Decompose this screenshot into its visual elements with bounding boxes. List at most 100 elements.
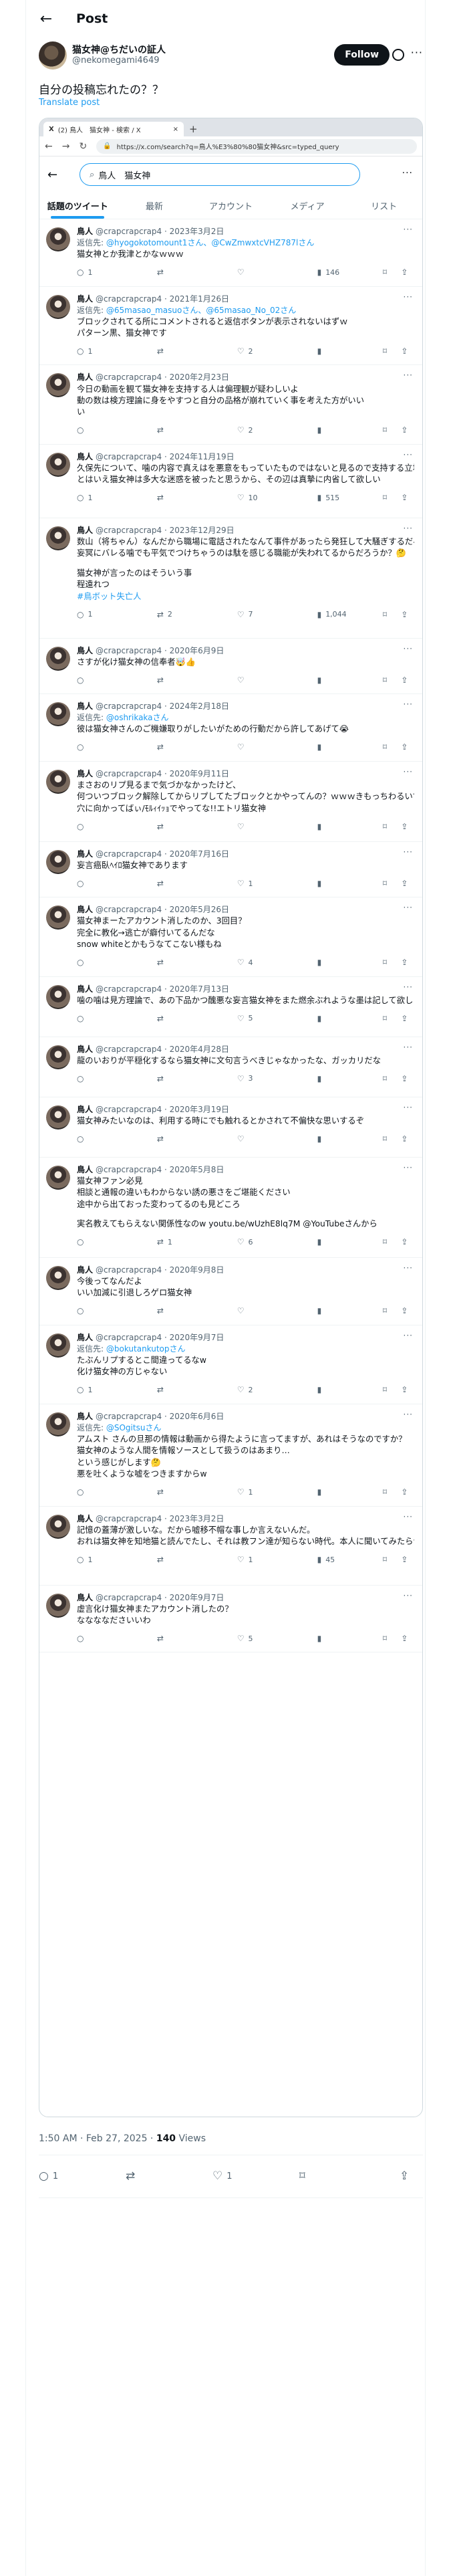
share-button[interactable]: ⇪ — [401, 1073, 414, 1085]
bookmark-button[interactable]: ⌑ — [383, 1134, 402, 1145]
like-button[interactable]: ♡ 3 — [237, 1073, 317, 1085]
repost-button[interactable]: ⇄ 2 — [157, 609, 237, 621]
reply-button[interactable]: ○ 1 — [77, 267, 157, 278]
tweet-avatar[interactable] — [46, 294, 70, 319]
tweet-handle-date[interactable]: @crapcrapcrap4 · 2020年9月7日 — [96, 1332, 224, 1344]
grok-icon[interactable] — [392, 49, 404, 61]
like-button[interactable]: ♡ 2 — [237, 346, 317, 357]
tweet-author-name[interactable]: 鳥人 — [77, 1513, 93, 1525]
tweet-avatar[interactable] — [46, 646, 70, 671]
tweet-more-icon[interactable]: ··· — [404, 1163, 413, 1172]
repost-button[interactable]: ⇄ 1 — [157, 1237, 237, 1248]
reply-mentions[interactable]: @bokutankutopさん — [106, 1344, 186, 1354]
tweet-author-name[interactable]: 鳥人 — [77, 1265, 93, 1276]
tweet-avatar[interactable] — [46, 905, 70, 930]
repost-button[interactable]: ⇄ — [157, 821, 237, 833]
bookmark-button[interactable]: ⌑ — [383, 742, 402, 753]
tweet-handle-date[interactable]: @crapcrapcrap4 · 2020年6月6日 — [96, 1411, 224, 1422]
reply-button[interactable]: ○ — [77, 742, 157, 753]
bookmark-button[interactable]: ⌑ — [383, 1384, 402, 1396]
tweet-more-icon[interactable]: ··· — [404, 1103, 413, 1112]
tab-accounts[interactable]: アカウント — [192, 193, 269, 219]
reply-button[interactable]: ○ — [77, 1073, 157, 1085]
tweet-handle-date[interactable]: @crapcrapcrap4 · 2023年3月2日 — [96, 1513, 224, 1525]
tweet-more-icon[interactable]: ··· — [404, 292, 413, 302]
bookmark-button[interactable]: ⌑ — [383, 346, 402, 357]
tweet-item[interactable]: ··· 鳥人 @crapcrapcrap4 · 2020年2月23日 今日の動画を観て… — [39, 365, 422, 445]
bookmark-button[interactable]: ⌑ — [383, 821, 402, 833]
views-button[interactable]: ▮ 45 — [317, 1554, 383, 1566]
bookmark-button[interactable]: ⌑ — [383, 1237, 402, 1248]
bookmark-button[interactable]: ⌑ — [383, 878, 402, 889]
tweet-more-icon[interactable]: ··· — [404, 1512, 413, 1521]
tweet-more-icon[interactable]: ··· — [404, 847, 413, 857]
tweet-more-icon[interactable]: ··· — [404, 450, 413, 459]
tweet-author-name[interactable]: 鳥人 — [77, 984, 93, 995]
like-button[interactable]: ♡ 2 — [237, 425, 317, 436]
tweet-author-name[interactable]: 鳥人 — [77, 1332, 93, 1344]
share-button[interactable]: ⇪ — [401, 492, 414, 504]
views-button[interactable]: ▮ — [317, 1073, 383, 1085]
follow-button[interactable]: Follow — [334, 44, 390, 66]
repost-button[interactable]: ⇄ — [157, 878, 237, 889]
tweet-more-icon[interactable]: ··· — [404, 1043, 413, 1052]
share-button[interactable]: ⇪ — [401, 1487, 414, 1498]
tweet-item[interactable]: ··· 鳥人 @crapcrapcrap4 · 2020年9月11日 まさおのリプ見る… — [39, 762, 422, 842]
tweet-more-icon[interactable]: ··· — [404, 225, 413, 234]
tweet-item[interactable]: ··· 鳥人 @crapcrapcrap4 · 2024年11月19日 久保先について… — [39, 445, 422, 518]
share-button[interactable]: ⇪ — [401, 742, 414, 753]
repost-button[interactable]: ⇄ — [157, 1013, 237, 1025]
tweet-avatar[interactable] — [46, 452, 70, 477]
reload-icon[interactable]: ↻ — [79, 141, 87, 152]
author-avatar[interactable] — [39, 41, 67, 70]
tweet-item[interactable]: ··· 鳥人 @crapcrapcrap4 · 2020年5月26日 猫女神まーたアカ… — [39, 897, 422, 977]
reply-button[interactable]: ○ 1 — [77, 346, 157, 357]
repost-button[interactable]: ⇄ — [157, 675, 237, 686]
tweet-handle-date[interactable]: @crapcrapcrap4 · 2020年9月8日 — [96, 1265, 224, 1276]
repost-button[interactable]: ⇄ — [157, 742, 237, 753]
share-button[interactable]: ⇪ — [401, 1633, 414, 1644]
views-button[interactable]: ▮ — [317, 1487, 383, 1498]
share-button[interactable]: ⇪ — [401, 1554, 414, 1566]
like-button[interactable]: ♡ 5 — [237, 1013, 317, 1025]
bookmark-button[interactable]: ⌑ — [383, 609, 402, 621]
tweet-item[interactable]: ··· 鳥人 @crapcrapcrap4 · 2020年9月7日 返信先: @bok… — [39, 1325, 422, 1404]
tweet-author-name[interactable]: 鳥人 — [77, 525, 93, 536]
views-button[interactable]: ▮ — [317, 878, 383, 889]
tweet-item[interactable]: ··· 鳥人 @crapcrapcrap4 · 2020年4月28日 龍のいおりが平穏… — [39, 1037, 422, 1097]
tweet-item[interactable]: ··· 鳥人 @crapcrapcrap4 · 2020年9月7日 虚言化け猫女神また… — [39, 1586, 422, 1653]
reply-mentions[interactable]: @65masao_masuoさん、@65masao_No_02さん — [106, 306, 296, 315]
share-button[interactable]: ⇪ — [401, 1013, 414, 1025]
tweet-author-name[interactable]: 鳥人 — [77, 372, 93, 383]
views-button[interactable]: ▮ — [317, 821, 383, 833]
tweet-author-name[interactable]: 鳥人 — [77, 1044, 93, 1055]
bookmark-button[interactable]: ⌑ — [383, 492, 402, 504]
repost-button[interactable]: ⇄ — [126, 2169, 212, 2183]
tweet-text-line[interactable]: #鳥ボット失亡人 — [77, 591, 414, 603]
share-button[interactable]: ⇪ — [401, 957, 414, 968]
views-button[interactable]: ▮ — [317, 346, 383, 357]
like-button[interactable]: ♡ — [237, 821, 317, 833]
share-button[interactable]: ⇪ — [401, 346, 414, 357]
like-button[interactable]: ♡ 10 — [237, 492, 317, 504]
tweet-more-icon[interactable]: ··· — [404, 982, 413, 992]
tweet-author-name[interactable]: 鳥人 — [77, 294, 93, 305]
repost-button[interactable]: ⇄ — [157, 1554, 237, 1566]
share-button[interactable]: ⇪ — [401, 1237, 414, 1248]
share-button[interactable]: ⇪ — [401, 425, 414, 436]
tweet-handle-date[interactable]: @crapcrapcrap4 · 2024年11月19日 — [96, 451, 235, 463]
tab-lists[interactable]: リスト — [345, 193, 422, 219]
attached-screenshot[interactable]: X (2) 鳥人 猫女神 - 検索 / X × + ← → ↻ 🔒 https:… — [39, 118, 423, 2117]
share-button[interactable]: ⇪ — [401, 1305, 414, 1317]
like-button[interactable]: ♡ — [237, 1134, 317, 1145]
share-button[interactable]: ⇪ — [401, 267, 414, 278]
reply-button[interactable]: ○ — [77, 1134, 157, 1145]
tweet-handle-date[interactable]: @crapcrapcrap4 · 2020年5月8日 — [96, 1164, 224, 1176]
repost-button[interactable]: ⇄ — [157, 1073, 237, 1085]
like-button[interactable]: ♡ — [237, 1305, 317, 1317]
tweet-item[interactable]: ··· 鳥人 @crapcrapcrap4 · 2020年7月13日 噛の噛は見方理論… — [39, 977, 422, 1037]
search-more-icon[interactable]: ··· — [402, 168, 413, 179]
reply-mentions[interactable]: @SOgitsuさん — [106, 1423, 162, 1432]
tweet-handle-date[interactable]: @crapcrapcrap4 · 2020年2月23日 — [96, 372, 229, 383]
tweet-more-icon[interactable]: ··· — [404, 1263, 413, 1273]
